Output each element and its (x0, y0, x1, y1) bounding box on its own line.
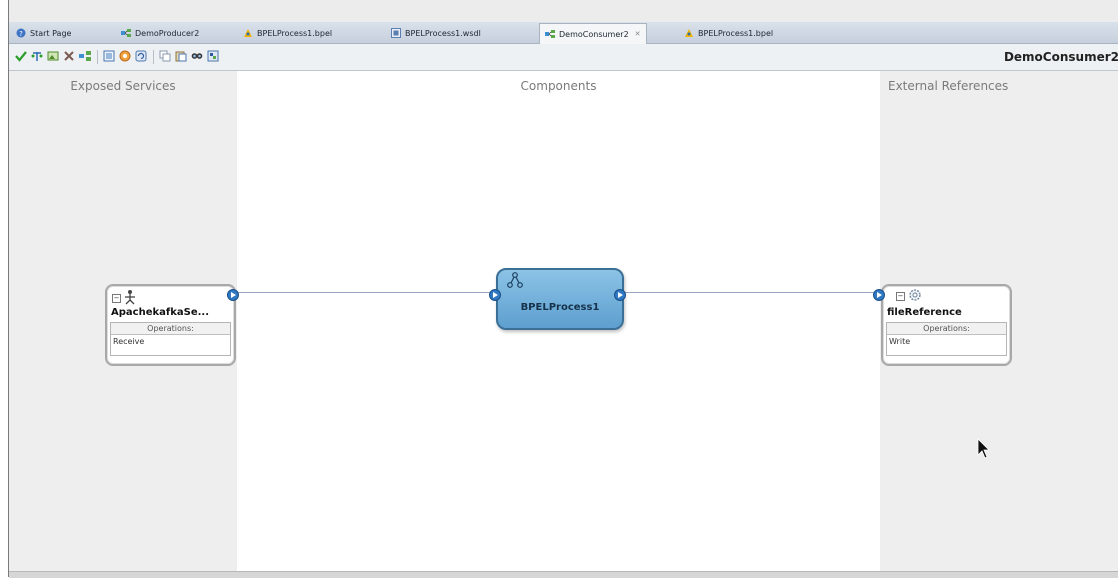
reference-port-icon[interactable] (873, 286, 885, 301)
toolbar-separator (97, 50, 98, 64)
editor-toolbar: DemoConsumer2 (9, 44, 1118, 71)
operation-item[interactable]: Write (887, 335, 1006, 348)
adapter-gear-icon (907, 287, 923, 307)
component-in-port-icon[interactable] (489, 286, 501, 301)
layout-icon[interactable] (79, 50, 91, 62)
external-reference-card[interactable]: − fileReference Operations: Write (881, 284, 1012, 366)
component-name: BPELProcess1 (520, 302, 600, 313)
operations-header: Operations: (111, 323, 230, 335)
collapse-icon[interactable]: − (896, 292, 905, 301)
operations-box: Operations: Write (886, 322, 1007, 356)
delete-icon[interactable] (63, 50, 75, 62)
wire-service-to-component[interactable] (238, 292, 494, 293)
search-icon[interactable] (191, 50, 203, 62)
bpel-icon (243, 28, 253, 38)
paste-icon[interactable] (175, 50, 187, 62)
wire-component-to-reference[interactable] (625, 292, 877, 293)
tab-label: BPELProcess1.bpel (698, 28, 774, 38)
refresh-icon[interactable] (135, 50, 147, 62)
service-port-icon[interactable] (227, 286, 239, 301)
copy-icon[interactable] (159, 50, 171, 62)
lane-header: External References (888, 79, 1009, 93)
test-icon[interactable] (31, 50, 43, 62)
composite-icon (545, 29, 555, 39)
component-out-port-icon[interactable] (614, 286, 626, 301)
service-icon (123, 289, 137, 309)
tab-label: DemoProducer2 (135, 28, 200, 38)
help-icon: ? (16, 28, 26, 38)
exposed-service-card[interactable]: − ApachekafkaSe... Operations: Receive (105, 284, 236, 366)
mouse-cursor-icon (977, 438, 991, 464)
tab-label: DemoConsumer2 (559, 29, 629, 39)
document-title: DemoConsumer2 (1003, 50, 1118, 64)
operation-item[interactable]: Receive (111, 335, 230, 348)
tab-label: BPELProcess1.bpel (257, 28, 333, 38)
lane-header: Exposed Services (70, 79, 176, 93)
operations-box: Operations: Receive (110, 322, 231, 356)
settings-icon[interactable] (119, 50, 131, 62)
tab-bpelprocess1-bpel[interactable]: BPELProcess1.bpel (238, 24, 337, 42)
zoom-icon[interactable] (103, 50, 115, 62)
tab-bpelprocess1-wsdl[interactable]: BPELProcess1.wsdl (386, 24, 486, 42)
bpel-process-icon (506, 271, 524, 293)
toolbar-separator (153, 50, 154, 64)
reference-name: fileReference (887, 307, 962, 318)
export-icon[interactable] (207, 50, 219, 62)
tab-bpelprocess1-bpel-2[interactable]: BPELProcess1.bpel (679, 24, 778, 42)
editor-tabbar: ? Start Page DemoProducer2 BPELProcess1.… (9, 22, 1118, 44)
composite-icon (121, 28, 131, 38)
lane-header: Components (520, 79, 597, 93)
tab-label: BPELProcess1.wsdl (405, 28, 481, 38)
close-icon[interactable]: ✕ (635, 30, 641, 38)
validate-icon[interactable] (15, 50, 27, 62)
tab-start-page[interactable]: ? Start Page (11, 24, 76, 42)
bpel-component[interactable]: BPELProcess1 (496, 268, 624, 330)
image-icon[interactable] (47, 50, 59, 62)
operations-header: Operations: (887, 323, 1006, 335)
bpel-icon (684, 28, 694, 38)
tab-demoproducer2[interactable]: DemoProducer2 (116, 24, 204, 42)
composite-editor: ? Start Page DemoProducer2 BPELProcess1.… (8, 0, 1118, 578)
svg-text:?: ? (19, 30, 23, 38)
collapse-icon[interactable]: − (112, 294, 121, 303)
tab-democonsumer2[interactable]: DemoConsumer2 ✕ (539, 23, 647, 44)
tab-label: Start Page (30, 28, 72, 38)
wsdl-icon (391, 28, 401, 38)
service-name: ApachekafkaSe... (111, 307, 210, 318)
